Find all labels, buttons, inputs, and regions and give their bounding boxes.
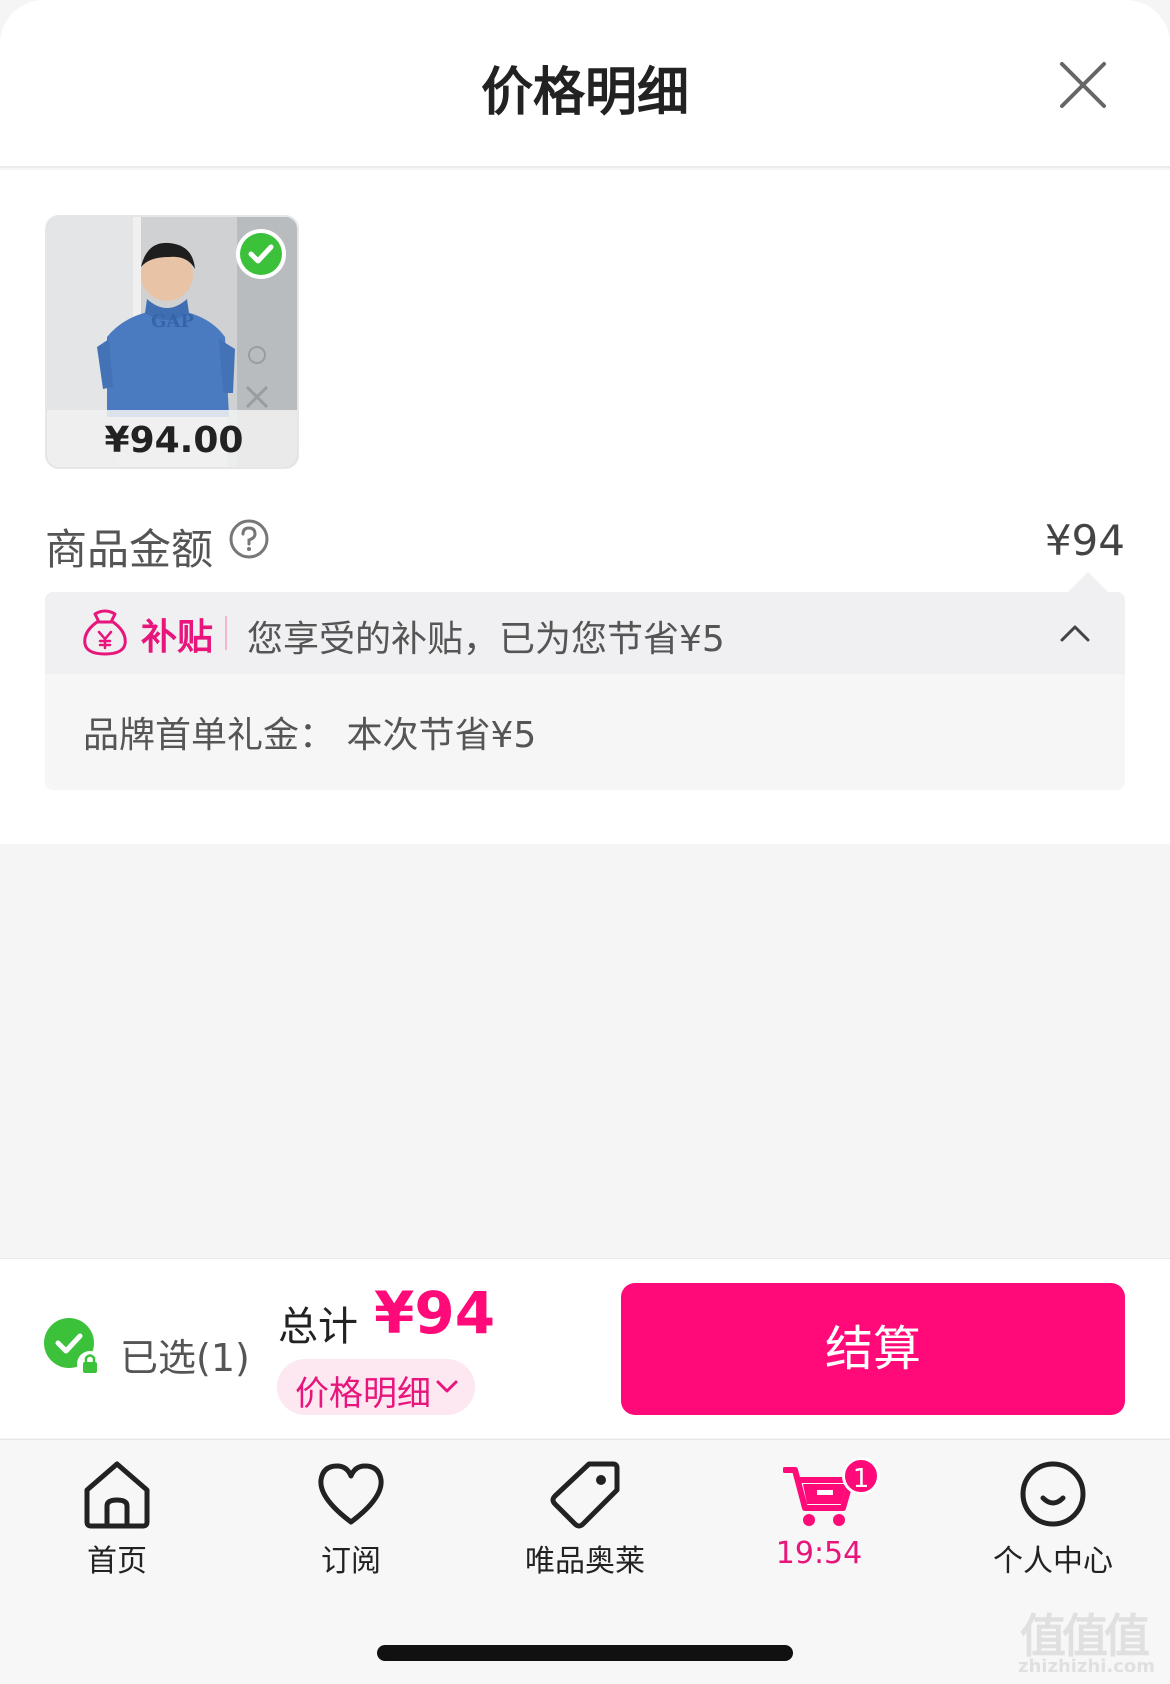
selected-check-icon: [236, 229, 286, 279]
content-area: GAP ¥94.00 商品金额 ¥94 补贴 您享受的补贴，已为您节省¥5 品牌…: [0, 170, 1170, 844]
product-thumbnail[interactable]: GAP ¥94.00: [45, 215, 299, 469]
watermark: 值值值 zhizhizhi.com: [1018, 1600, 1168, 1680]
tab-cart[interactable]: 1 19:54: [702, 1457, 936, 1598]
svg-text:GAP: GAP: [151, 311, 194, 332]
goods-amount-row: 商品金额 ¥94: [45, 510, 1125, 574]
tab-subscribe[interactable]: 订阅: [234, 1458, 468, 1598]
total-label: 总计: [278, 1304, 358, 1350]
tab-profile[interactable]: 个人中心: [936, 1458, 1170, 1598]
smile-icon: [1020, 1461, 1086, 1527]
tab-label: 19:54: [775, 1536, 863, 1571]
tag-icon: [550, 1461, 620, 1529]
chevron-up-icon[interactable]: [1058, 618, 1092, 648]
subsidy-tag: 补贴: [141, 617, 214, 658]
checkout-bar: 已选(1) 总计 ¥94 价格明细 结算: [0, 1258, 1170, 1438]
total-value: ¥94: [374, 1279, 496, 1347]
checkout-button[interactable]: 结算: [621, 1283, 1125, 1415]
cart-badge: 1: [842, 1457, 880, 1495]
price-detail-label: 价格明细: [295, 1374, 431, 1414]
subsidy-detail: 品牌首单礼金： 本次节省¥5: [83, 715, 537, 756]
watermark-url: zhizhizhi.com: [1018, 1656, 1156, 1677]
tab-home[interactable]: 首页: [0, 1458, 234, 1598]
home-icon: [84, 1461, 150, 1529]
close-icon[interactable]: [1056, 58, 1110, 112]
divider: [225, 616, 227, 650]
money-bag-icon: [83, 609, 127, 656]
sheet-header: 价格明细: [0, 0, 1170, 168]
subsidy-summary: 您享受的补贴，已为您节省¥5: [247, 619, 725, 660]
price-detail-button[interactable]: 价格明细: [277, 1359, 475, 1415]
price-detail-sheet: 价格明细 GAP ¥94.00 商品金额 ¥94 补贴 您享受的补贴，已为您节省…: [0, 0, 1170, 1684]
product-price: ¥94.00: [47, 410, 297, 467]
home-indicator: [377, 1645, 793, 1661]
tab-label: 首页: [87, 1544, 147, 1579]
tab-label: 订阅: [321, 1544, 381, 1579]
subsidy-panel: 补贴 您享受的补贴，已为您节省¥5 品牌首单礼金： 本次节省¥5: [45, 592, 1125, 790]
goods-amount-label: 商品金额: [45, 525, 214, 574]
page-title: 价格明细: [480, 63, 689, 123]
select-all-checkbox[interactable]: [43, 1317, 105, 1379]
tab-label: 唯品奥莱: [525, 1544, 645, 1579]
subsidy-pointer: [1068, 572, 1108, 592]
selected-count: 已选(1): [120, 1336, 250, 1380]
tab-label: 个人中心: [993, 1544, 1113, 1579]
tab-outlet[interactable]: 唯品奥莱: [468, 1458, 702, 1598]
subsidy-header[interactable]: 补贴 您享受的补贴，已为您节省¥5: [45, 592, 1125, 674]
help-icon[interactable]: [228, 518, 270, 560]
heart-icon: [318, 1463, 384, 1525]
goods-amount-value: ¥94: [1044, 516, 1125, 565]
chevron-down-icon: [436, 1380, 458, 1393]
